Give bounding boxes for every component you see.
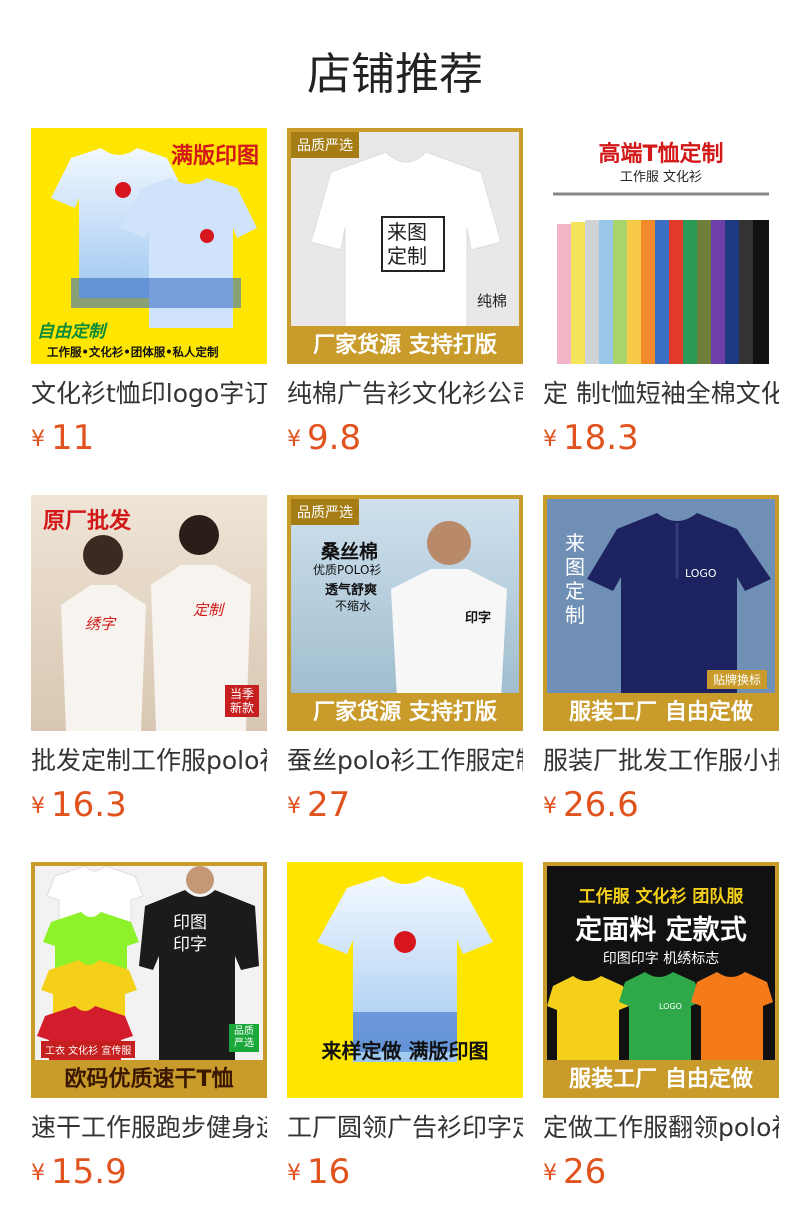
product-name[interactable]: 蚕丝polo衫工作服定制: [287, 745, 523, 777]
currency-symbol: ¥: [287, 1161, 301, 1186]
print-text: 印图印字: [173, 913, 207, 955]
image-banner: 来样定做 满版印图: [321, 1039, 489, 1063]
price-value: 16.3: [51, 785, 127, 825]
relabel-tag: 贴牌换标: [706, 670, 767, 689]
currency-symbol: ¥: [543, 427, 557, 452]
product-name[interactable]: 工厂圆领广告衫印字定: [287, 1112, 523, 1144]
print-box-text: 来图定制: [381, 216, 445, 272]
season-tag: 当季新款: [225, 685, 259, 717]
product-image[interactable]: 来样定做 满版印图: [287, 862, 523, 1098]
price-value: 16: [307, 1152, 351, 1192]
product-image[interactable]: 工作服 文化衫 团队服 定面料 定款式 印图印字 机绣标志 LOGO 服装工厂 …: [543, 862, 779, 1098]
quality-tag: 品质严选: [229, 1024, 259, 1052]
print-text: 印字: [465, 611, 492, 626]
product-name[interactable]: 纯棉广告衫文化衫公司: [287, 378, 523, 410]
price-value: 18.3: [563, 418, 639, 458]
price-value: 26.6: [563, 785, 639, 825]
image-banner: 厂家货源 支持打版: [291, 693, 519, 727]
product-name[interactable]: 速干工作服跑步健身运: [31, 1112, 267, 1144]
currency-symbol: ¥: [543, 794, 557, 819]
product-image[interactable]: 品质严选 桑丝棉 优质POLO衫 透气舒爽 不缩水 印字 厂家货源 支持打版: [287, 495, 523, 731]
image-banner: 服装工厂 自由定做: [547, 693, 775, 727]
material-tag: 纯棉: [476, 292, 507, 310]
image-footer-text: 自由定制: [37, 322, 105, 342]
image-sub-text: 工作服 文化衫: [619, 170, 703, 185]
product-name[interactable]: 批发定制工作服polo衫: [31, 745, 267, 777]
image-banner: 服装工厂 自由定做: [547, 1060, 775, 1094]
polo-shirt-icon: [587, 513, 771, 699]
product-image[interactable]: 来图定制 LOGO 贴牌换标 服装工厂 自由定做: [543, 495, 779, 731]
price-value: 11: [51, 418, 95, 458]
currency-symbol: ¥: [31, 794, 45, 819]
product-name[interactable]: 定 制t恤短袖全棉文化: [543, 378, 779, 410]
product-card[interactable]: 来样定做 满版印图 工厂圆领广告衫印字定 ¥16: [287, 862, 523, 1194]
product-price: ¥16.3: [31, 785, 267, 827]
currency-symbol: ¥: [287, 427, 301, 452]
polo-shirts-icon: [547, 972, 773, 1062]
product-card[interactable]: 品质严选 来图定制 纯棉 厂家货源 支持打版 纯棉广告衫文化衫公司 ¥9.8: [287, 128, 523, 460]
product-image[interactable]: 品质严选 来图定制 纯棉 厂家货源 支持打版: [287, 128, 523, 364]
product-card[interactable]: 原厂批发 绣字 定制 当季新款 批发定制工作服polo衫 ¥16.3: [31, 495, 267, 827]
product-card[interactable]: 高端T恤定制 工作服 文化衫 定 制t恤短袖全棉文化 ¥18.3: [543, 128, 779, 460]
currency-symbol: ¥: [31, 1161, 45, 1186]
product-image[interactable]: 满版印图 自由定制 工作服•文化衫•团体服•私人定制: [31, 128, 267, 364]
product-name[interactable]: 服装厂批发工作服小批: [543, 745, 779, 777]
product-price: ¥18.3: [543, 418, 779, 460]
price-value: 9.8: [307, 418, 362, 458]
image-top-text: 高端T恤定制: [598, 142, 724, 167]
embroidery-text-left: 绣字: [85, 615, 116, 633]
product-name[interactable]: 定做工作服翻领polo衫: [543, 1112, 779, 1144]
product-card[interactable]: 工作服 文化衫 团队服 定面料 定款式 印图印字 机绣标志 LOGO 服装工厂 …: [543, 862, 779, 1194]
embroidery-text-right: 定制: [193, 601, 224, 619]
product-card[interactable]: 品质严选 桑丝棉 优质POLO衫 透气舒爽 不缩水 印字 厂家货源 支持打版 蚕…: [287, 495, 523, 827]
currency-symbol: ¥: [543, 1161, 557, 1186]
image-small-tag: 工衣 文化衫 宣传服: [41, 1041, 136, 1058]
product-price: ¥27: [287, 785, 523, 827]
product-price: ¥26: [543, 1152, 779, 1194]
product-card[interactable]: 来图定制 LOGO 贴牌换标 服装工厂 自由定做 服装厂批发工作服小批 ¥26.…: [543, 495, 779, 827]
product-name[interactable]: 文化衫t恤印logo字订: [31, 378, 267, 410]
logo-text: LOGO: [685, 567, 717, 580]
price-value: 15.9: [51, 1152, 127, 1192]
product-image[interactable]: 高端T恤定制 工作服 文化衫: [543, 128, 779, 364]
product-price: ¥9.8: [287, 418, 523, 460]
product-price: ¥26.6: [543, 785, 779, 827]
price-value: 26: [563, 1152, 607, 1192]
product-price: ¥15.9: [31, 1152, 267, 1194]
image-footer-sub: 工作服•文化衫•团体服•私人定制: [47, 345, 219, 359]
currency-symbol: ¥: [287, 794, 301, 819]
man-polo-icon: [391, 521, 507, 699]
logo-text: LOGO: [659, 1002, 682, 1011]
page-title: 店铺推荐: [307, 49, 483, 100]
price-value: 27: [307, 785, 351, 825]
image-banner: 欧码优质速干T恤: [35, 1060, 263, 1094]
product-card[interactable]: 印图印字 工衣 文化衫 宣传服 品质严选 欧码优质速干T恤 速干工作服跑步健身运…: [31, 862, 267, 1194]
product-price: ¥16: [287, 1152, 523, 1194]
product-image[interactable]: 印图印字 工衣 文化衫 宣传服 品质严选 欧码优质速干T恤: [31, 862, 267, 1098]
product-price: ¥11: [31, 418, 267, 460]
product-card[interactable]: 满版印图 自由定制 工作服•文化衫•团体服•私人定制 文化衫t恤印logo字订 …: [31, 128, 267, 460]
product-image[interactable]: 原厂批发 绣字 定制 当季新款: [31, 495, 267, 731]
tshirt-rack-icon: [553, 192, 769, 364]
image-banner: 厂家货源 支持打版: [291, 326, 519, 360]
currency-symbol: ¥: [31, 427, 45, 452]
